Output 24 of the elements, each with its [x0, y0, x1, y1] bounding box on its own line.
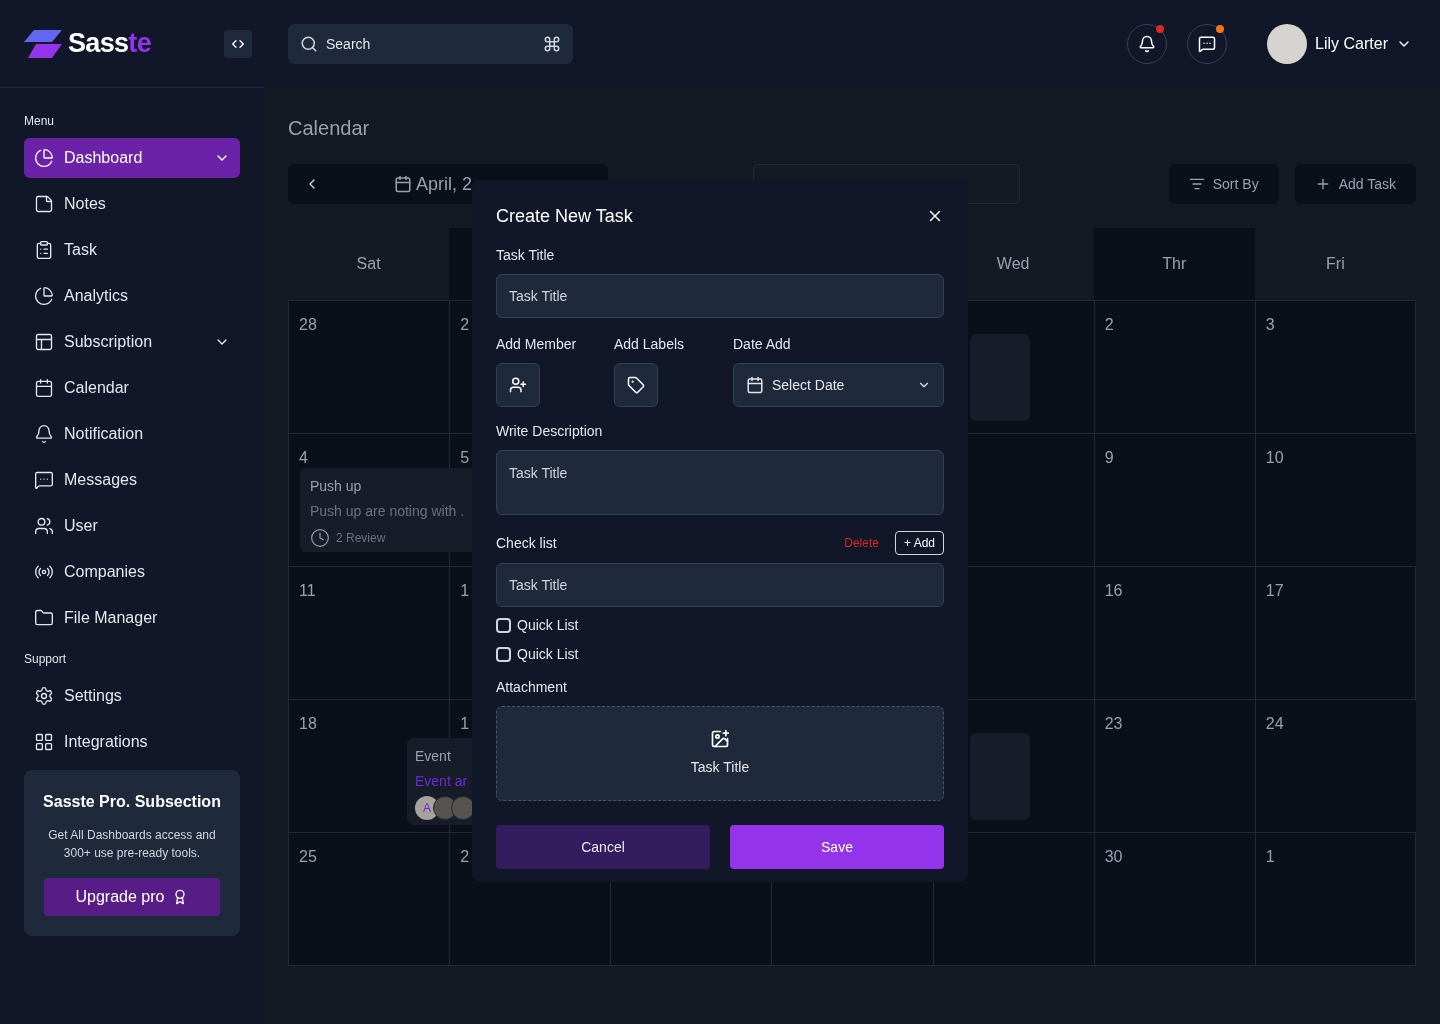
field-label: Task Title [496, 246, 556, 265]
weekday-header: Fri [1254, 228, 1416, 300]
task-description: Push up are noting with . [310, 502, 466, 521]
field-label: Attachment [496, 678, 568, 697]
field-label: Add Member [496, 335, 578, 354]
task-title: Push up [310, 477, 363, 496]
promo-text: Get All Dashboards access and 300+ use pre-ready tools. [47, 827, 217, 862]
dialog-title: Create New Task [496, 204, 633, 228]
weekday-header: Sat [288, 228, 450, 300]
review-count: 2 Review [336, 530, 386, 547]
section-title: Support [24, 651, 68, 668]
checkbox-label: Quick List [517, 645, 579, 664]
field-label: Date Add [733, 335, 792, 354]
page-title: Calendar [288, 116, 371, 141]
dropzone-text: Task Title [690, 758, 750, 777]
promo-title: Sasste Pro. Subsection [43, 792, 221, 812]
field-label: Add Labels [614, 335, 686, 354]
month-label: April, 2 [416, 172, 473, 196]
field-label: Write Description [496, 422, 604, 441]
brand-logo: Sasste [68, 27, 152, 61]
event-description: Event ar [415, 772, 469, 791]
section-title: Menu [24, 113, 56, 130]
checkbox-label: Quick List [517, 616, 579, 635]
event-title: Event [415, 747, 452, 766]
